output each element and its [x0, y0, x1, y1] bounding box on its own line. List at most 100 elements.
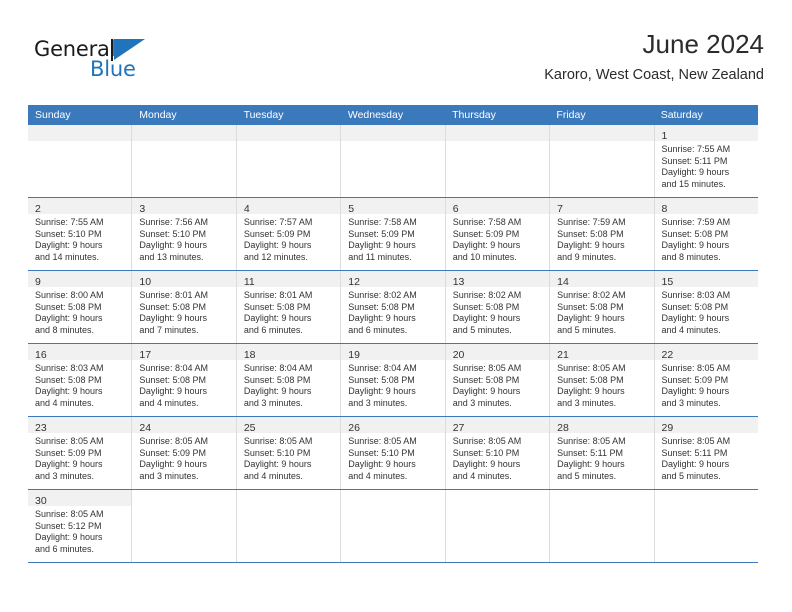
calendar-day-cell[interactable]: 16 Sunrise: 8:03 AM Sunset: 5:08 PM Dayligh…	[28, 344, 133, 416]
day-number: 29	[661, 422, 674, 434]
day-number: 1	[661, 130, 668, 142]
daylight-duration-line1: Daylight: 9 hours	[139, 313, 207, 324]
sunrise-time: Sunrise: 8:05 AM	[139, 436, 208, 446]
sunset-time: Sunset: 5:09 PM	[243, 228, 311, 239]
day-number: 26	[348, 422, 360, 434]
calendar-day-cell[interactable]: 25 Sunrise: 8:05 AM Sunset: 5:10 PM Dayligh…	[236, 417, 342, 489]
sunset-time: Sunset: 5:08 PM	[661, 228, 729, 239]
day-number: 14	[557, 276, 569, 288]
day-details: Sunrise: 7:58 AM Sunset: 5:09 PM Daylight:…	[341, 214, 444, 267]
page-title: June 2024	[642, 29, 764, 59]
sunrise-time: Sunrise: 8:05 AM	[35, 436, 104, 446]
daylight-duration-line2: and 3 minutes.	[661, 397, 721, 408]
brand-name-blue: Blue	[90, 57, 136, 81]
calendar-day-cell[interactable]: 26 Sunrise: 8:05 AM Sunset: 5:10 PM Dayligh…	[341, 417, 446, 489]
daylight-duration-line2: and 7 minutes.	[139, 324, 199, 335]
daylight-duration-line2: and 6 minutes.	[243, 324, 303, 335]
calendar-day-cell[interactable]: 21 Sunrise: 8:05 AM Sunset: 5:08 PM Dayligh…	[550, 344, 655, 416]
daylight-duration-line1: Daylight: 9 hours	[35, 459, 103, 470]
day-number: 4	[243, 203, 250, 215]
calendar-day-cell-blank	[132, 490, 237, 562]
day-details: Sunrise: 8:03 AM Sunset: 5:08 PM Daylight:…	[655, 287, 758, 340]
day-number: 21	[557, 349, 569, 361]
calendar-day-cell[interactable]: 29 Sunrise: 8:05 AM Sunset: 5:11 PM Dayligh…	[654, 417, 758, 489]
sunset-time: Sunset: 5:10 PM	[243, 447, 311, 458]
sunrise-time: Sunrise: 8:05 AM	[452, 436, 522, 446]
calendar-day-cell[interactable]: 11 Sunrise: 8:01 AM Sunset: 5:08 PM Dayligh…	[236, 271, 342, 343]
day-number-strip: 7	[550, 198, 654, 215]
calendar-day-cell[interactable]: 10 Sunrise: 8:01 AM Sunset: 5:08 PM Dayligh…	[132, 271, 237, 343]
day-details: Sunrise: 8:00 AM Sunset: 5:08 PM Daylight:…	[28, 287, 131, 340]
calendar-day-cell-empty	[132, 125, 237, 197]
title-block: June 2024 Karoro, West Coast, New Zealan…	[244, 28, 764, 84]
brand-logo[interactable]: General Blue	[34, 38, 214, 90]
calendar-day-cell[interactable]: 23 Sunrise: 8:05 AM Sunset: 5:09 PM Dayligh…	[28, 417, 133, 489]
calendar-day-cell[interactable]: 12 Sunrise: 8:02 AM Sunset: 5:08 PM Dayligh…	[341, 271, 446, 343]
day-number-strip: 18	[236, 344, 341, 361]
calendar-day-cell[interactable]: 24 Sunrise: 8:05 AM Sunset: 5:09 PM Dayligh…	[132, 417, 237, 489]
day-number-strip: 4	[236, 198, 341, 215]
day-number-strip: 26	[341, 417, 445, 434]
calendar-day-cell[interactable]: 27 Sunrise: 8:05 AM Sunset: 5:10 PM Dayligh…	[445, 417, 551, 489]
sunset-time: Sunset: 5:08 PM	[557, 228, 624, 239]
calendar-day-cell[interactable]: 8 Sunrise: 7:59 AM Sunset: 5:08 PM Daylight…	[654, 198, 758, 270]
calendar-day-cell[interactable]: 9 Sunrise: 8:00 AM Sunset: 5:08 PM Daylight…	[28, 271, 133, 343]
daylight-duration-line1: Daylight: 9 hours	[35, 386, 103, 397]
day-number-strip: 23	[28, 417, 132, 434]
calendar-day-cell[interactable]: 20 Sunrise: 8:05 AM Sunset: 5:08 PM Dayligh…	[445, 344, 551, 416]
calendar-day-cell-empty	[341, 125, 446, 197]
day-details: Sunrise: 8:04 AM Sunset: 5:08 PM Daylight:…	[341, 360, 444, 413]
calendar-day-cell[interactable]: 1 Sunrise: 7:55 AM Sunset: 5:11 PM Daylight…	[654, 125, 758, 197]
daylight-duration-line1: Daylight: 9 hours	[35, 240, 103, 251]
calendar-day-cell[interactable]: 7 Sunrise: 7:59 AM Sunset: 5:08 PM Daylight…	[550, 198, 655, 270]
day-details: Sunrise: 8:05 AM Sunset: 5:11 PM Daylight:…	[655, 433, 758, 486]
daylight-duration-line2: and 8 minutes.	[661, 251, 721, 262]
calendar-day-cell[interactable]: 22 Sunrise: 8:05 AM Sunset: 5:09 PM Dayligh…	[654, 344, 758, 416]
sunrise-time: Sunrise: 7:56 AM	[139, 217, 208, 227]
calendar-day-cell[interactable]: 15 Sunrise: 8:03 AM Sunset: 5:08 PM Dayligh…	[654, 271, 758, 343]
sunrise-time: Sunrise: 7:58 AM	[348, 217, 417, 227]
weekday-header-wednesday: Wednesday	[347, 109, 404, 121]
calendar-day-cell[interactable]: 18 Sunrise: 8:04 AM Sunset: 5:08 PM Dayligh…	[236, 344, 342, 416]
day-details: Sunrise: 7:56 AM Sunset: 5:10 PM Daylight:…	[132, 214, 235, 267]
weekday-header-row: Sunday Monday Tuesday Wednesday Thursday…	[28, 105, 758, 125]
day-number-strip	[341, 125, 445, 141]
daylight-duration-line1: Daylight: 9 hours	[557, 386, 625, 397]
day-details: Sunrise: 8:02 AM Sunset: 5:08 PM Daylight:…	[446, 287, 549, 340]
sunrise-time: Sunrise: 8:04 AM	[243, 363, 313, 373]
calendar-day-cell[interactable]: 17 Sunrise: 8:04 AM Sunset: 5:08 PM Dayligh…	[132, 344, 237, 416]
calendar-day-cell[interactable]: 6 Sunrise: 7:58 AM Sunset: 5:09 PM Daylight…	[445, 198, 551, 270]
calendar-day-cell[interactable]: 28 Sunrise: 8:05 AM Sunset: 5:11 PM Dayligh…	[550, 417, 655, 489]
daylight-duration-line2: and 4 minutes.	[35, 397, 95, 408]
day-number: 8	[661, 203, 668, 215]
calendar-day-cell[interactable]: 2 Sunrise: 7:55 AM Sunset: 5:10 PM Daylight…	[28, 198, 133, 270]
day-number: 23	[35, 422, 47, 434]
calendar-day-cell-blank	[341, 490, 446, 562]
daylight-duration-line1: Daylight: 9 hours	[452, 386, 521, 397]
sunrise-time: Sunrise: 8:01 AM	[139, 290, 208, 300]
day-number: 25	[243, 422, 256, 434]
daylight-duration-line2: and 6 minutes.	[35, 543, 95, 554]
daylight-duration-line2: and 3 minutes.	[557, 397, 617, 408]
calendar-day-cell[interactable]: 30 Sunrise: 8:05 AM Sunset: 5:12 PM Dayligh…	[28, 490, 133, 562]
day-number-strip: 24	[132, 417, 236, 434]
day-details: Sunrise: 8:01 AM Sunset: 5:08 PM Daylight:…	[237, 287, 340, 340]
calendar-day-cell[interactable]: 14 Sunrise: 8:02 AM Sunset: 5:08 PM Dayligh…	[550, 271, 655, 343]
sunset-time: Sunset: 5:08 PM	[452, 301, 520, 312]
calendar-day-cell[interactable]: 4 Sunrise: 7:57 AM Sunset: 5:09 PM Daylight…	[236, 198, 342, 270]
day-number: 28	[557, 422, 569, 434]
calendar-day-cell[interactable]: 5 Sunrise: 7:58 AM Sunset: 5:09 PM Daylight…	[341, 198, 446, 270]
daylight-duration-line1: Daylight: 9 hours	[243, 313, 312, 324]
sunrise-time: Sunrise: 8:05 AM	[35, 509, 104, 519]
daylight-duration-line1: Daylight: 9 hours	[452, 459, 521, 470]
daylight-duration-line2: and 3 minutes.	[35, 470, 95, 481]
calendar-day-cell[interactable]: 3 Sunrise: 7:56 AM Sunset: 5:10 PM Daylight…	[132, 198, 237, 270]
daylight-duration-line2: and 6 minutes.	[348, 324, 408, 335]
calendar-day-cell[interactable]: 13 Sunrise: 8:02 AM Sunset: 5:08 PM Dayligh…	[445, 271, 551, 343]
day-number-strip: 21	[550, 344, 654, 361]
calendar-day-cell-empty	[445, 125, 551, 197]
calendar-day-cell[interactable]: 19 Sunrise: 8:04 AM Sunset: 5:08 PM Dayligh…	[341, 344, 446, 416]
sunset-time: Sunset: 5:08 PM	[557, 374, 624, 385]
day-details: Sunrise: 8:02 AM Sunset: 5:08 PM Daylight:…	[550, 287, 653, 340]
day-number-strip: 12	[341, 271, 445, 288]
